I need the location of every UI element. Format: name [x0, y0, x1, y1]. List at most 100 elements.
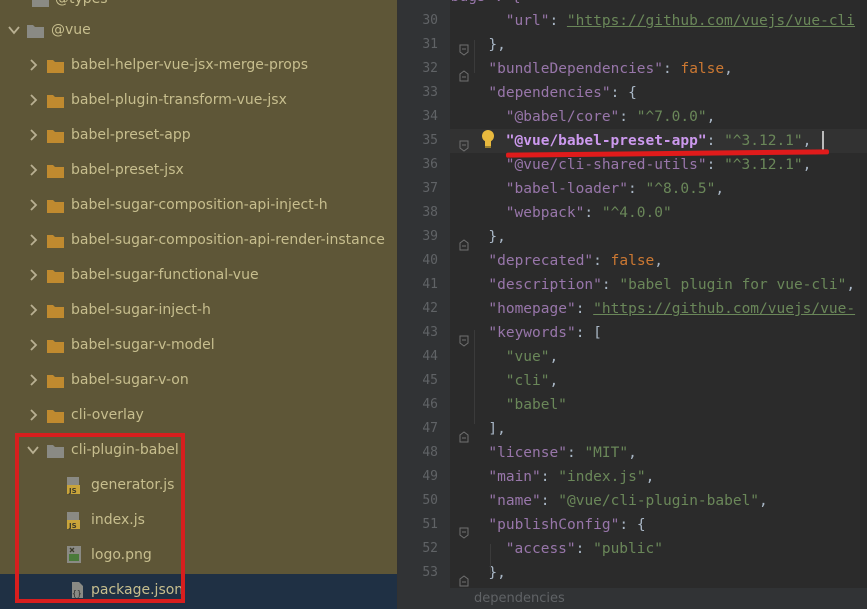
chevron-right-icon[interactable]: [27, 162, 39, 178]
tree-folder-label: babel-helper-vue-jsx-merge-props: [71, 57, 309, 73]
tree-row-folder[interactable]: babel-helper-vue-jsx-merge-props: [0, 49, 397, 84]
breadcrumb-dependencies[interactable]: dependencies: [474, 591, 565, 606]
code-line[interactable]: "bundleDependencies": false,: [450, 57, 867, 81]
code-line[interactable]: "keywords": [: [450, 321, 867, 345]
tree-file-package-json[interactable]: {} package.json: [0, 574, 397, 609]
line-number: 51: [422, 517, 438, 532]
chevron-right-icon[interactable]: [27, 302, 39, 318]
js-file-icon: JS: [67, 477, 84, 495]
chevron-right-icon[interactable]: [27, 92, 39, 108]
code-line[interactable]: "cli",: [450, 369, 867, 393]
chevron-right-icon[interactable]: [27, 197, 39, 213]
code-line[interactable]: "homepage": "https://github.com/vuejs/vu…: [450, 297, 867, 321]
chevron-right-icon[interactable]: [27, 127, 39, 143]
code-line[interactable]: "babel": [450, 393, 867, 417]
code-line[interactable]: "babel-loader": "^8.0.5",: [450, 177, 867, 201]
code-line[interactable]: "url": "https://github.com/vuejs/vue-cli: [450, 9, 867, 33]
chevron-right-icon[interactable]: [27, 232, 39, 248]
fold-marker-icon[interactable]: [459, 572, 469, 587]
tree-file-index-js[interactable]: JS index.js: [0, 504, 397, 539]
fold-marker-icon[interactable]: [459, 524, 469, 539]
json-key: "publishConfig": [488, 517, 620, 533]
tree-row-folder[interactable]: babel-preset-app: [0, 119, 397, 154]
chevron-right-icon[interactable]: [27, 372, 39, 388]
folder-icon: [47, 198, 64, 213]
svg-text:JS: JS: [68, 522, 77, 530]
fold-marker-icon[interactable]: [459, 236, 469, 251]
tree-row-vue[interactable]: @vue: [0, 14, 397, 49]
line-number: 32: [422, 61, 438, 76]
code-line[interactable]: "license": "MIT",: [450, 441, 867, 465]
line-number: 39: [422, 229, 438, 244]
code-line[interactable]: "access": "public": [450, 537, 867, 561]
line-number: 50: [422, 493, 438, 508]
code-line[interactable]: "webpack": "^4.0.0": [450, 201, 867, 225]
tree-row-folder[interactable]: babel-sugar-inject-h: [0, 294, 397, 329]
code-line[interactable]: },: [450, 225, 867, 249]
code-line[interactable]: },: [450, 561, 867, 585]
json-value: "babel plugin for vue-cli": [619, 277, 847, 293]
chevron-down-icon[interactable]: [27, 442, 39, 458]
fold-marker-icon[interactable]: [459, 41, 469, 56]
json-colon: :: [584, 205, 602, 221]
fold-marker-icon[interactable]: [459, 137, 469, 152]
tree-folder-label: babel-sugar-v-on: [71, 372, 189, 388]
json-punct: {: [636, 517, 646, 533]
code-line[interactable]: "publishConfig": {: [450, 513, 867, 537]
tree-row-folder[interactable]: babel-sugar-v-on: [0, 364, 397, 399]
json-key: "main": [488, 469, 541, 485]
json-value: "@vue/cli-plugin-babel": [558, 493, 760, 509]
tree-folder-label: babel-plugin-transform-vue-jsx: [71, 92, 287, 108]
tree-row-folder[interactable]: babel-sugar-composition-api-render-insta…: [0, 224, 397, 259]
json-punct: ,: [715, 181, 725, 197]
fold-marker-icon[interactable]: [459, 428, 469, 443]
tree-row-folder[interactable]: babel-sugar-functional-vue: [0, 259, 397, 294]
tree-file-label: logo.png: [91, 547, 152, 563]
tree-row-folder[interactable]: cli-overlay: [0, 399, 397, 434]
tree-file-logo-png[interactable]: logo.png: [0, 539, 397, 574]
code-line[interactable]: "dependencies": {: [450, 81, 867, 105]
json-value: "index.js": [558, 469, 646, 485]
json-value: "^8.0.5": [645, 181, 716, 197]
json-key: "url": [505, 13, 550, 29]
folder-icon: [47, 443, 64, 458]
json-colon: :: [593, 253, 611, 269]
tree-row-folder[interactable]: babel-sugar-v-model: [0, 329, 397, 364]
code-line[interactable]: "main": "index.js",: [450, 465, 867, 489]
fold-marker-icon[interactable]: [459, 332, 469, 347]
code-line[interactable]: "vue",: [450, 345, 867, 369]
code-line[interactable]: "deprecated": false,: [450, 249, 867, 273]
json-key: "license": [488, 445, 567, 461]
chevron-right-icon[interactable]: [27, 267, 39, 283]
tree-folder-label: babel-sugar-functional-vue: [71, 267, 259, 283]
json-value: false: [610, 253, 655, 269]
line-number: 36: [422, 157, 438, 172]
code-line[interactable]: "@babel/core": "^7.0.0",: [450, 105, 867, 129]
chevron-right-icon[interactable]: [27, 407, 39, 423]
code-line[interactable]: "description": "babel plugin for vue-cli…: [450, 273, 867, 297]
folder-icon: [47, 233, 64, 248]
chevron-right-icon[interactable]: [27, 337, 39, 353]
folder-icon: [47, 303, 64, 318]
chevron-down-icon[interactable]: [8, 22, 20, 38]
code-line[interactable]: },: [450, 33, 867, 57]
line-number: 33: [422, 85, 438, 100]
lightbulb-icon[interactable]: [480, 129, 496, 149]
chevron-right-icon[interactable]: [27, 57, 39, 73]
json-value: "https://github.com/vuejs/vue-cli: [566, 13, 856, 29]
json-punct: ,: [549, 373, 559, 389]
tree-row-folder[interactable]: babel-plugin-transform-vue-jsx: [0, 84, 397, 119]
svg-text:JS: JS: [68, 487, 77, 495]
json-bracket: },: [488, 565, 506, 581]
json-bracket: ],: [488, 421, 506, 437]
tree-file-label: package.json: [91, 582, 184, 598]
code-line[interactable]: "name": "@vue/cli-plugin-babel",: [450, 489, 867, 513]
json-key: "@vue/babel-preset-app": [505, 133, 707, 149]
code-editor[interactable]: "bugs": {"url": "https://github.com/vuej…: [450, 0, 867, 588]
tree-row-cli-plugin-babel[interactable]: cli-plugin-babel: [0, 434, 397, 469]
tree-row-folder[interactable]: babel-sugar-composition-api-inject-h: [0, 189, 397, 224]
tree-row-folder[interactable]: babel-preset-jsx: [0, 154, 397, 189]
fold-marker-icon[interactable]: [459, 67, 469, 82]
tree-file-generator-js[interactable]: JS generator.js: [0, 469, 397, 504]
code-line[interactable]: ],: [450, 417, 867, 441]
